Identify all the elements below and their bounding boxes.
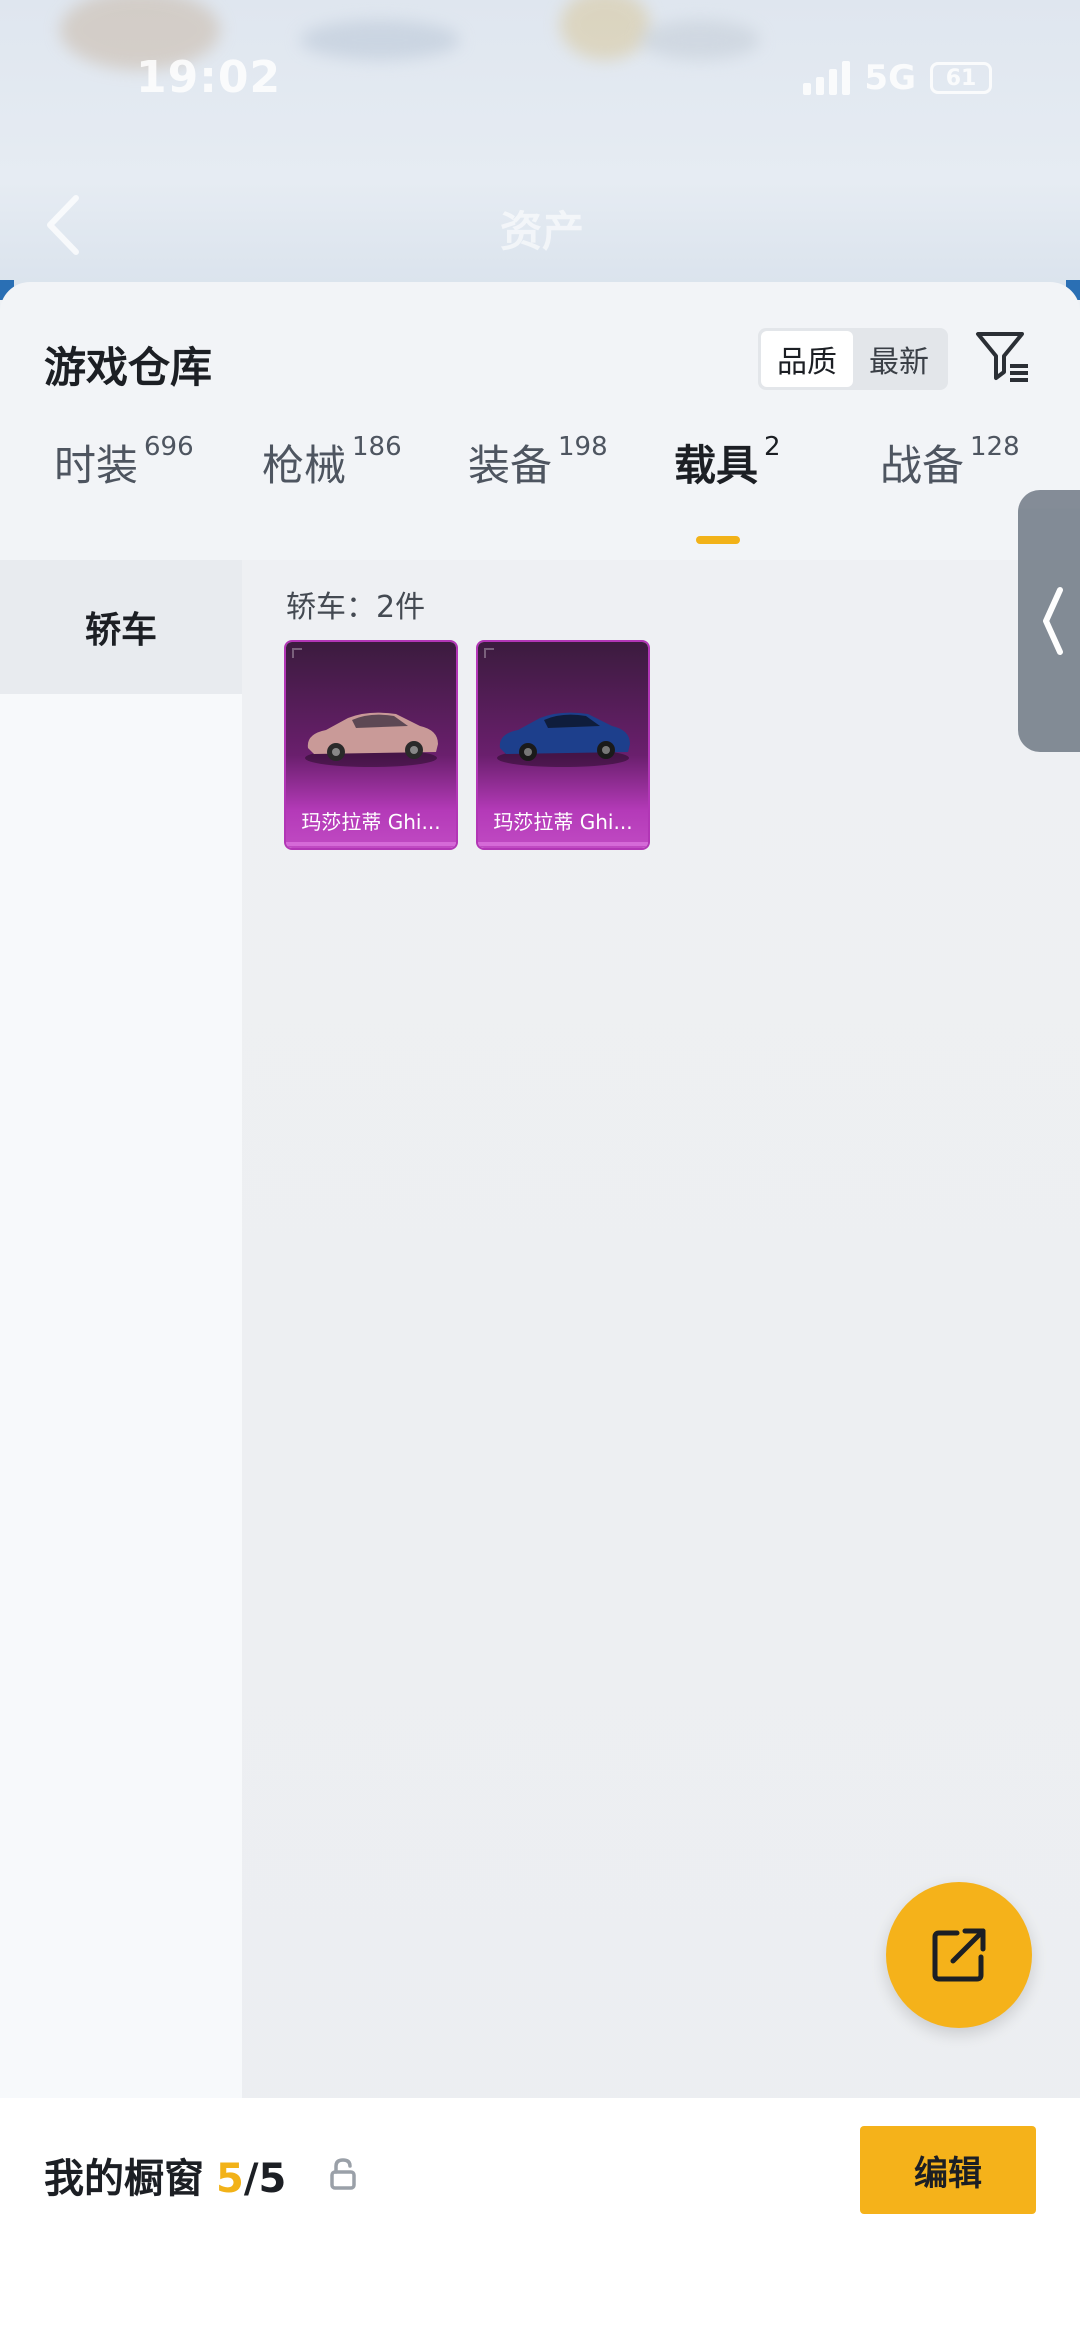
share-icon	[932, 1928, 986, 1982]
page-title: 游戏仓库	[44, 343, 213, 392]
network-label: 5G	[864, 58, 916, 98]
subcategory-item-sedan[interactable]: 轿车	[0, 560, 242, 694]
sort-toggle: 品质 最新	[758, 328, 948, 390]
tab-label: 时装	[54, 441, 139, 490]
lock-icon	[330, 2158, 356, 2190]
tab-label: 装备	[468, 441, 553, 490]
nav-title: 资产	[500, 207, 585, 256]
showcase-label: 我的橱窗	[44, 2156, 204, 2202]
status-time: 19:02	[136, 52, 282, 103]
showcase-label-row: 我的橱窗 5 /5	[44, 2146, 286, 2204]
car-image	[497, 712, 630, 767]
sort-option-quality[interactable]: 品质	[761, 331, 853, 387]
tab-count: 186	[352, 432, 402, 462]
tab-vehicles[interactable]: 载具 2	[674, 432, 781, 493]
sheet-header: 游戏仓库 品质 最新	[0, 282, 1080, 402]
tab-count: 128	[970, 432, 1020, 462]
status-indicators: 5G 61	[803, 58, 992, 98]
chevron-left-icon	[1043, 587, 1063, 655]
back-icon[interactable]	[40, 190, 86, 260]
tab-count: 198	[558, 432, 608, 462]
tab-count: 696	[144, 432, 194, 462]
tab-label: 战备	[880, 441, 965, 490]
side-drawer-handle[interactable]	[1018, 490, 1080, 752]
filter-icon[interactable]	[972, 326, 1032, 386]
warehouse-sheet: 游戏仓库 品质 最新 时装 696 枪械 186 装备 198 载具 2 战备 …	[0, 282, 1080, 2341]
showcase-total: /5	[243, 2156, 287, 2202]
showcase-count: 5	[216, 2156, 244, 2202]
tab-equipment[interactable]: 装备 198	[468, 432, 608, 493]
signal-icon	[803, 61, 851, 95]
tab-firearms[interactable]: 枪械 186	[262, 432, 402, 493]
item-grid: 轿车：2件 玛莎拉蒂 Ghi... 玛莎拉蒂 Ghi...	[242, 560, 1080, 2341]
item-card[interactable]: 玛莎拉蒂 Ghi...	[478, 642, 648, 848]
battery-icon: 61	[930, 62, 992, 94]
edit-button[interactable]: 编辑	[860, 2126, 1036, 2214]
sort-option-newest[interactable]: 最新	[853, 331, 945, 387]
showcase-bar: 我的橱窗 5 /5 编辑	[0, 2098, 1080, 2341]
tab-fashion[interactable]: 时装 696	[54, 432, 194, 493]
active-tab-indicator	[696, 536, 740, 544]
blurred-background: 19:02 5G 61 资产	[0, 0, 1080, 300]
tab-supplies[interactable]: 战备 128	[880, 432, 1020, 493]
category-tabs: 时装 696 枪械 186 装备 198 载具 2 战备 128	[0, 432, 1080, 542]
tab-count: 2	[764, 432, 781, 462]
car-image	[305, 712, 438, 767]
item-name: 玛莎拉蒂 Ghi...	[301, 809, 441, 834]
tab-label: 枪械	[262, 441, 347, 490]
item-name: 玛莎拉蒂 Ghi...	[493, 809, 633, 834]
subcategory-list: 轿车	[0, 560, 242, 2341]
tab-label: 载具	[674, 441, 759, 490]
item-card[interactable]: 玛莎拉蒂 Ghi...	[286, 642, 456, 848]
item-count-label: 轿车：2件	[286, 590, 426, 625]
share-button[interactable]	[886, 1882, 1032, 2028]
